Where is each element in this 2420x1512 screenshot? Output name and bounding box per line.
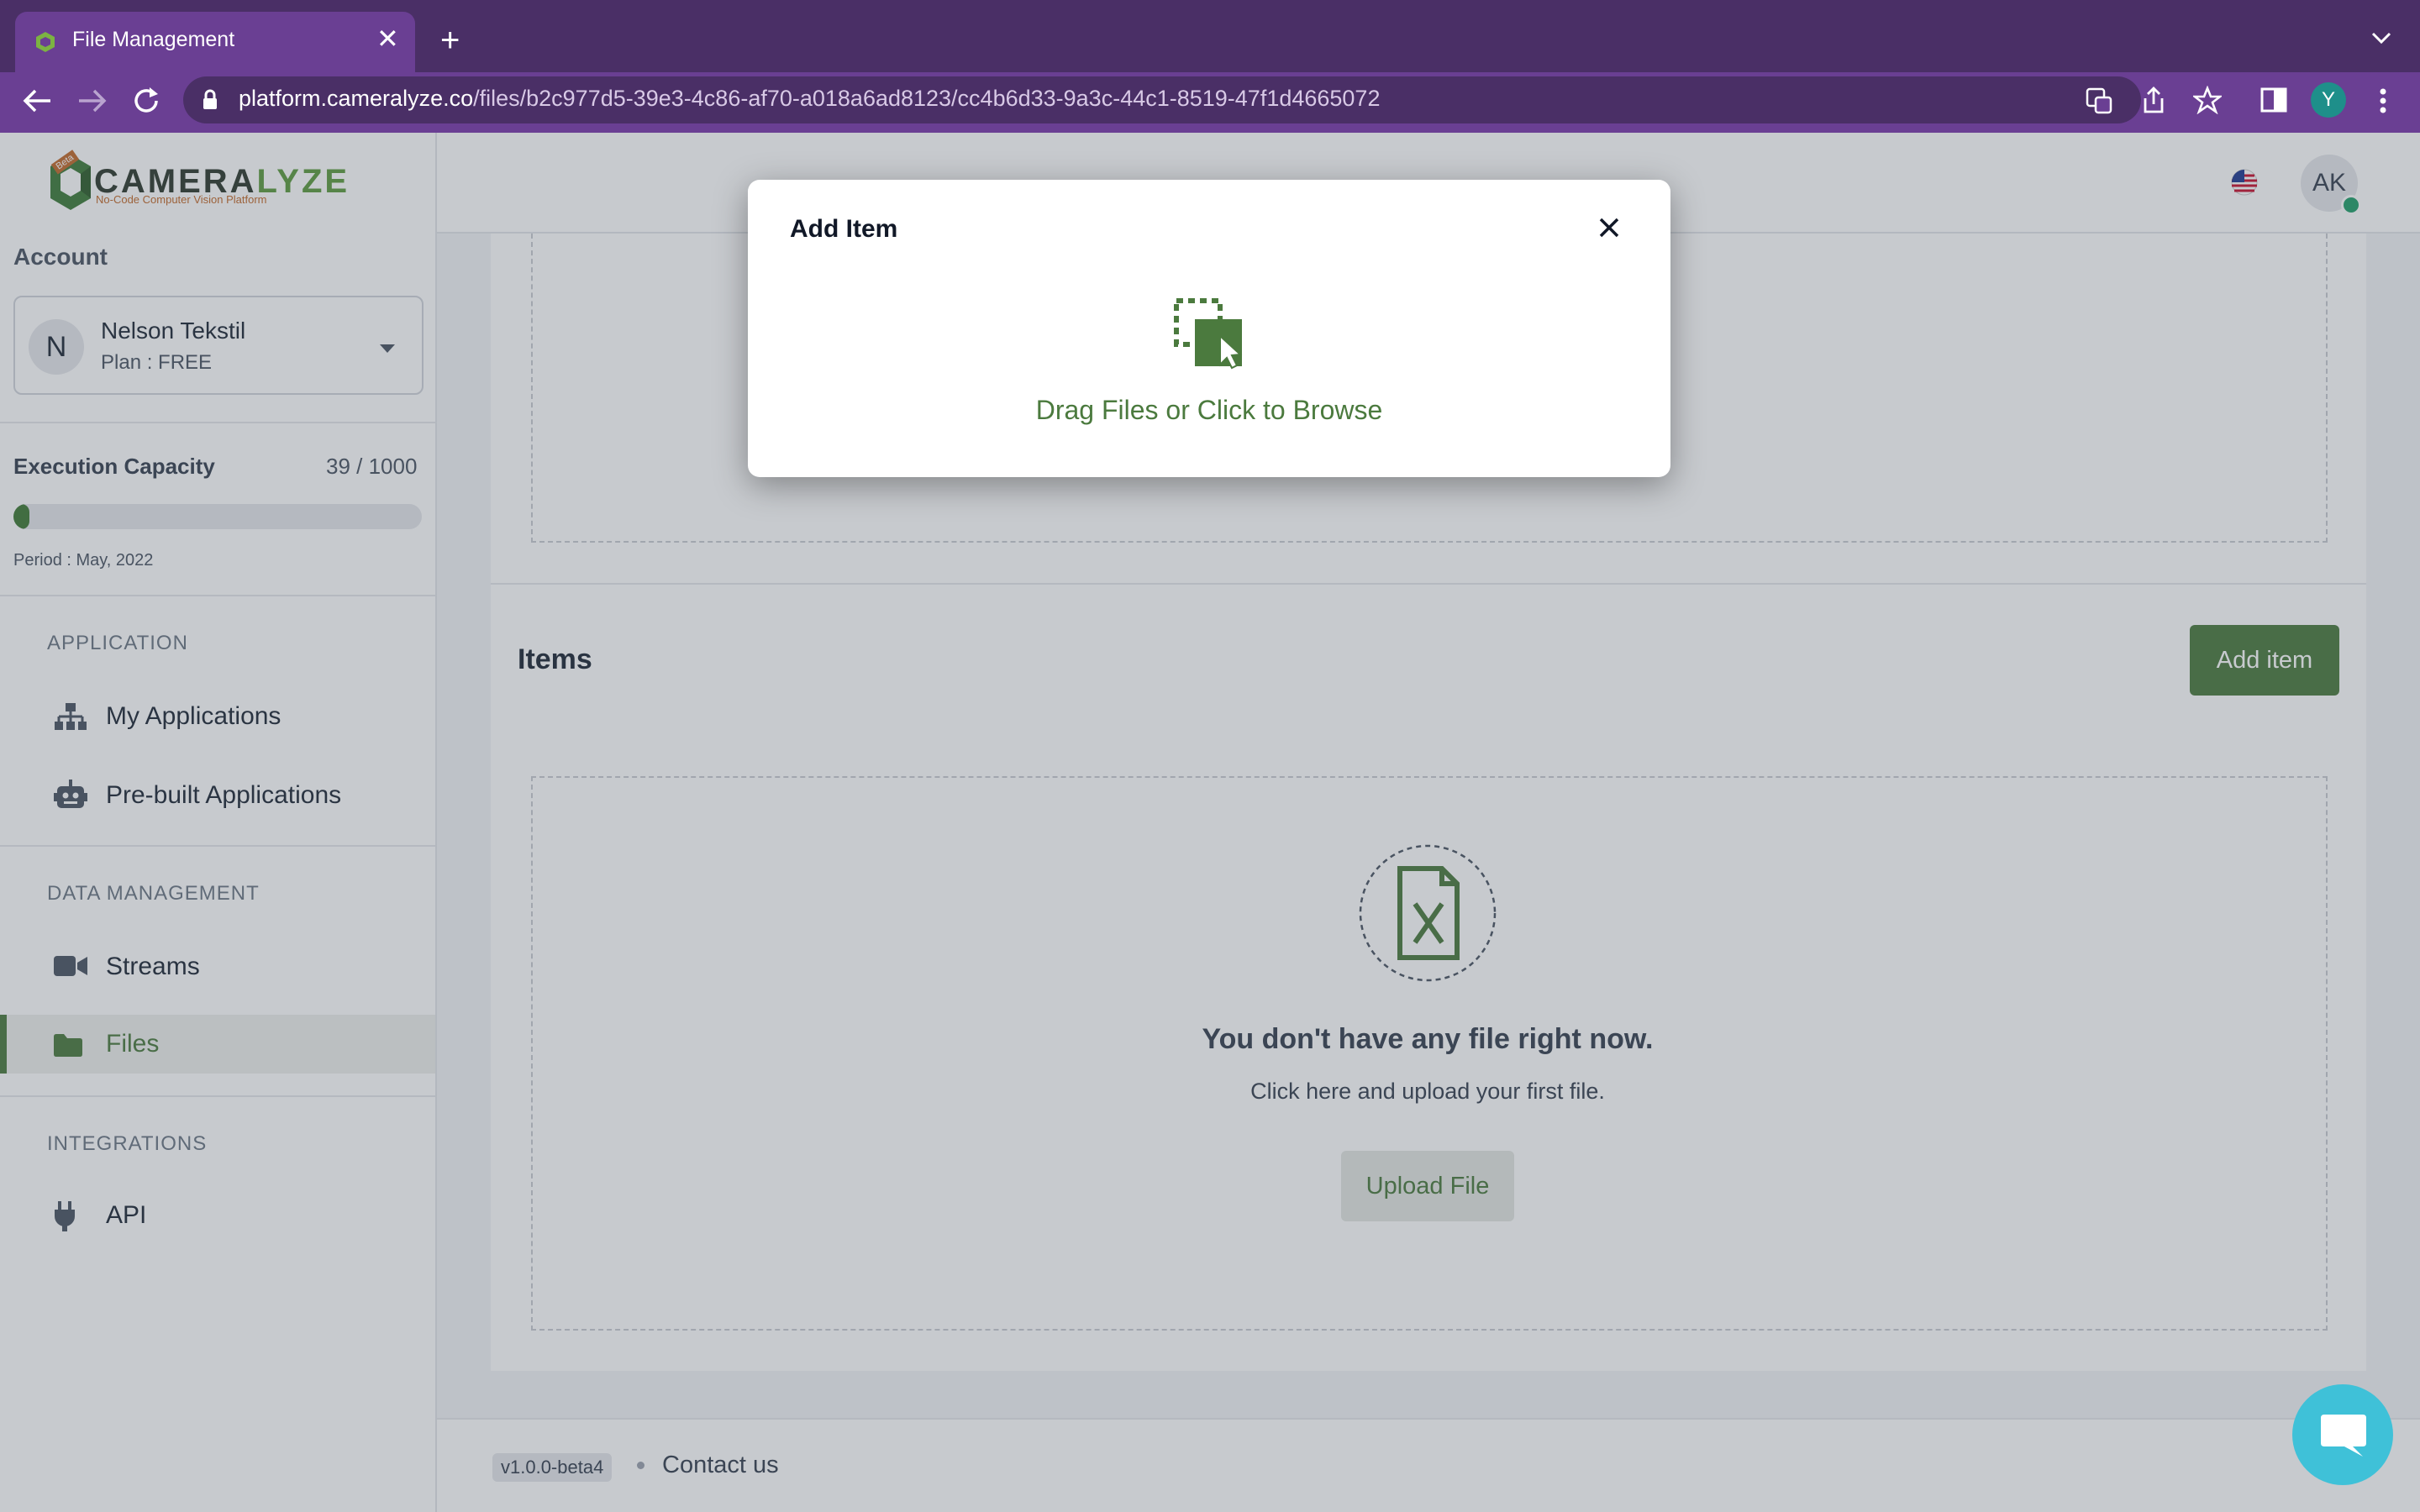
bookmark-star-icon[interactable] [2193, 86, 2222, 114]
back-icon[interactable] [22, 87, 52, 114]
tab-title: File Management [72, 28, 235, 51]
tab-close-icon[interactable]: ✕ [376, 25, 399, 52]
reload-icon[interactable] [131, 86, 161, 116]
tab-search-chevron-icon[interactable] [2371, 32, 2391, 45]
url-text[interactable]: platform.cameralyze.co/files/b2c977d5-39… [239, 86, 1380, 112]
dropzone-text[interactable]: Drag Files or Click to Browse [748, 395, 1670, 426]
drag-drop-icon[interactable] [1173, 297, 1245, 370]
modal-title: Add Item [790, 215, 898, 243]
share-icon[interactable] [2141, 86, 2166, 114]
chat-icon [2321, 1415, 2366, 1457]
forward-icon[interactable] [77, 87, 108, 114]
close-icon[interactable] [1598, 217, 1620, 239]
lock-icon[interactable] [202, 89, 218, 111]
profile-avatar[interactable]: Y [2311, 82, 2346, 118]
new-tab-icon[interactable]: + [440, 24, 460, 57]
favicon-icon [36, 32, 55, 52]
browser-menu-icon[interactable] [2378, 87, 2388, 114]
side-panel-icon[interactable] [2260, 87, 2287, 113]
translate-icon[interactable] [2086, 87, 2112, 114]
